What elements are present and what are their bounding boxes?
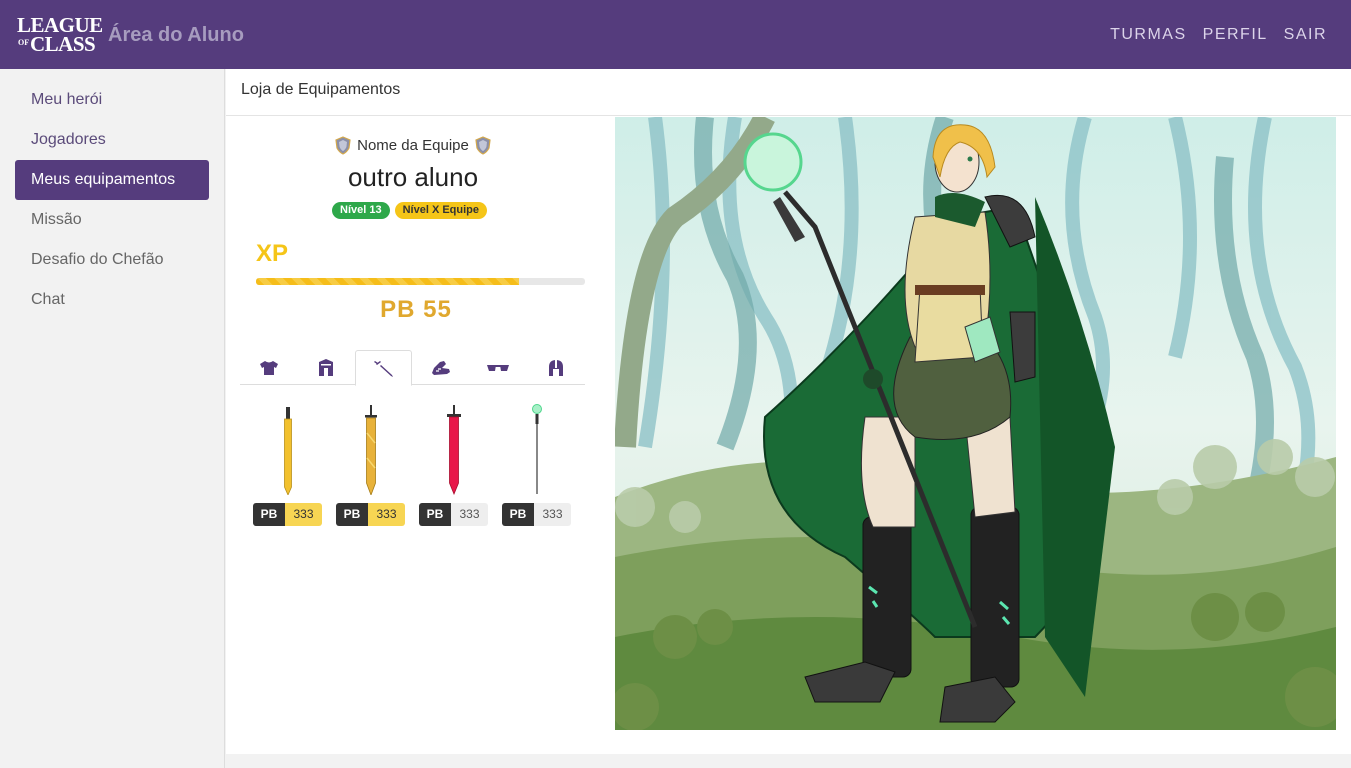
- sidebar-item-meu-heroi[interactable]: Meu herói: [15, 80, 209, 120]
- price-currency: PB: [336, 503, 368, 526]
- price-currency: PB: [253, 503, 285, 526]
- item-price: PB 333: [253, 503, 322, 526]
- sword-icon: [373, 361, 393, 377]
- page-title: Loja de Equipamentos: [241, 81, 401, 98]
- team-shield-icon: [335, 136, 351, 155]
- xp-label: XP: [256, 240, 289, 267]
- price-value: 333: [451, 503, 488, 526]
- team-level-badge: Nível X Equipe: [394, 202, 488, 219]
- player-name: outro aluno: [347, 162, 479, 192]
- logo-text-class: CLASS: [30, 32, 96, 56]
- sidebar-item-jogadores[interactable]: Jogadores: [15, 120, 209, 160]
- item-price: PB 333: [419, 503, 488, 526]
- logo-text-of: OF: [18, 38, 30, 47]
- app-title: Área do Aluno: [108, 24, 244, 46]
- equipment-item[interactable]: PB 333: [419, 403, 489, 528]
- pb-total: PB 55: [356, 296, 476, 324]
- pb-value: 55: [423, 296, 452, 323]
- gold-sword-icon: [365, 405, 377, 495]
- price-value: 333: [534, 503, 571, 526]
- equipment-shop-panel: Nome da Equipe outro aluno Nível 13 Níve…: [226, 116, 1351, 754]
- nav-perfil[interactable]: PERFIL: [1203, 26, 1268, 44]
- equipment-item[interactable]: PB 333: [336, 403, 406, 528]
- sidebar-item-desafio-do-chefao[interactable]: Desafio do Chefão: [15, 240, 209, 280]
- item-price: PB 333: [502, 503, 571, 526]
- price-value: 333: [285, 503, 322, 526]
- footer-strip: [226, 754, 1351, 768]
- team-name-line: Nome da Equipe: [328, 136, 498, 155]
- yellow-sword-icon: [284, 407, 292, 495]
- glasses-icon: [486, 364, 509, 371]
- sidebar-item-missao[interactable]: Missão: [15, 200, 209, 240]
- team-shield-icon: [475, 136, 491, 155]
- item-price: PB 333: [336, 503, 405, 526]
- helmet-icon: [548, 359, 563, 376]
- equipment-item[interactable]: PB 333: [253, 403, 323, 528]
- red-sword-icon: [447, 405, 461, 495]
- price-currency: PB: [502, 503, 534, 526]
- team-name: Nome da Equipe: [357, 137, 469, 154]
- xp-progress-fill: [256, 278, 520, 285]
- price-value: 333: [368, 503, 405, 526]
- sidebar-item-meus-equipamentos[interactable]: Meus equipamentos: [15, 160, 209, 200]
- page-header: Loja de Equipamentos: [226, 69, 1351, 116]
- sidebar: Meu herói Jogadores Meus equipamentos Mi…: [0, 69, 225, 768]
- staff-icon: [532, 404, 542, 494]
- top-nav: TURMAS PERFIL SAIR: [1110, 26, 1327, 44]
- level-badge: Nível 13: [332, 202, 390, 219]
- shirt-icon: [259, 360, 278, 375]
- tab-helmet[interactable]: [527, 350, 584, 385]
- tab-sword[interactable]: [355, 350, 412, 386]
- hero-scene-illustration: [615, 117, 1336, 730]
- pants-icon: [318, 358, 333, 376]
- pb-label: PB: [380, 296, 416, 323]
- tab-shoe[interactable]: [412, 350, 469, 385]
- equipment-tabs: [240, 350, 585, 386]
- nav-turmas[interactable]: TURMAS: [1110, 26, 1187, 44]
- tab-shirt[interactable]: [240, 350, 297, 385]
- nav-sair[interactable]: SAIR: [1284, 26, 1327, 44]
- tab-pants[interactable]: [297, 350, 354, 385]
- league-of-class-logo[interactable]: LEAGUE OF CLASS: [17, 13, 103, 57]
- equipment-item[interactable]: PB 333: [502, 403, 572, 528]
- tab-glasses[interactable]: [469, 350, 526, 385]
- xp-progress-bar: [256, 278, 585, 285]
- price-currency: PB: [419, 503, 451, 526]
- sidebar-item-chat[interactable]: Chat: [15, 280, 209, 320]
- level-badges: Nível 13 Nível X Equipe: [332, 202, 488, 219]
- shoe-icon: [431, 360, 450, 375]
- top-bar: LEAGUE OF CLASS Área do Aluno TURMAS PER…: [0, 0, 1351, 69]
